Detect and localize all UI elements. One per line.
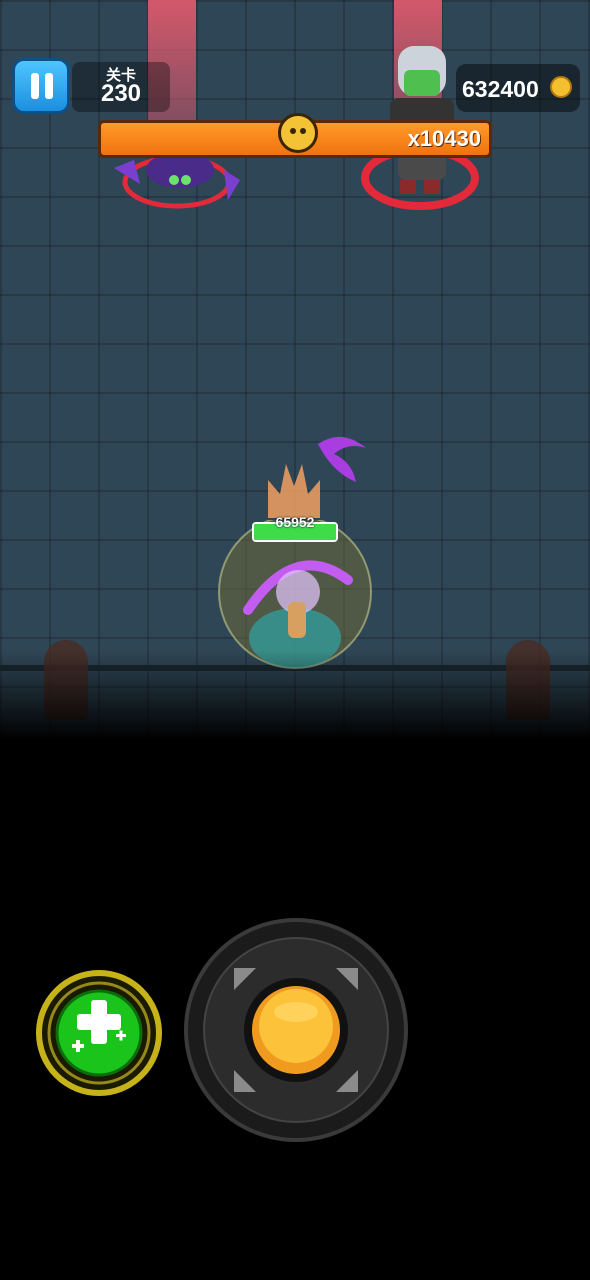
bull-boss-icon bbox=[278, 113, 318, 153]
coin-counter: 632400 bbox=[456, 64, 580, 112]
player-hero bbox=[218, 520, 372, 669]
wall-pillar bbox=[44, 640, 88, 720]
orange-crown-effect bbox=[268, 464, 320, 518]
gold-coin-icon bbox=[550, 76, 572, 98]
coin-value: 632400 bbox=[462, 76, 539, 102]
level-indicator: 关卡 230 bbox=[72, 62, 170, 112]
arena-wall-edge bbox=[0, 665, 590, 671]
wall-pillar bbox=[506, 640, 550, 720]
heal-skill-button[interactable] bbox=[36, 970, 162, 1096]
player-health-value: 65952 bbox=[275, 514, 315, 530]
virtual-joystick[interactable] bbox=[182, 916, 410, 1144]
pause-button[interactable] bbox=[12, 58, 70, 114]
boss-multiplier: x10430 bbox=[407, 126, 481, 151]
level-number: 230 bbox=[100, 80, 142, 107]
